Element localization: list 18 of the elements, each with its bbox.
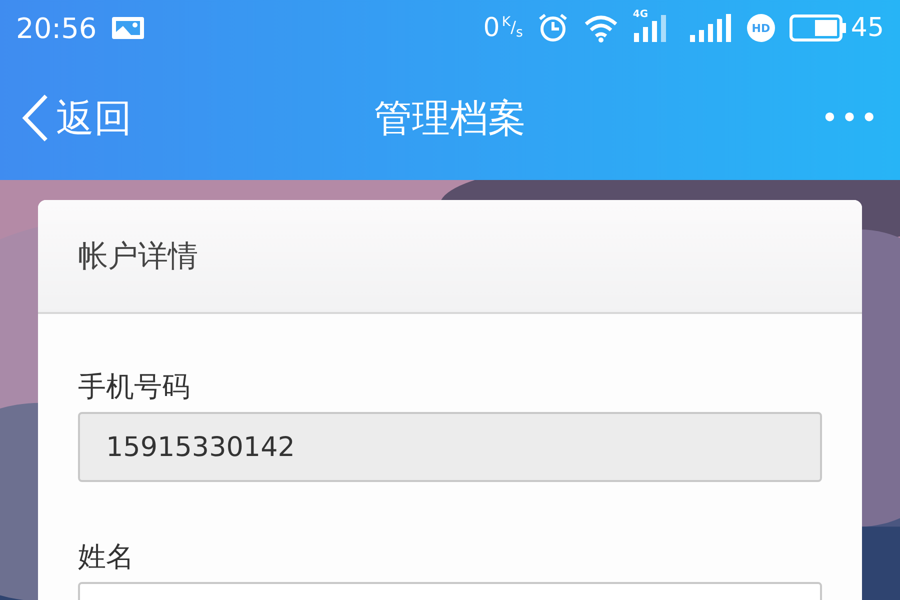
page-title: 管理档案 (374, 94, 526, 142)
network-type: 4G (632, 9, 648, 20)
alarm-icon (536, 12, 569, 44)
wifi-icon (582, 13, 619, 43)
battery-icon (788, 13, 847, 43)
hd-badge: HD (746, 14, 775, 42)
signal-icon (688, 13, 733, 43)
image-notification-icon (110, 14, 145, 42)
field-label: 手机号码 (78, 369, 191, 405)
clock-time: 20:56 (16, 12, 97, 44)
battery-level: 45 (850, 13, 884, 43)
more-button[interactable]: ••• (820, 100, 880, 136)
back-button[interactable]: 返回 (20, 92, 132, 144)
card-title: 帐户详情 (78, 238, 198, 276)
back-icon (20, 93, 50, 143)
field-label: 姓名 (78, 539, 135, 575)
network-speed: 0 (483, 13, 500, 43)
speed-unit: $^{K}$/$_{s}$ (502, 15, 523, 41)
